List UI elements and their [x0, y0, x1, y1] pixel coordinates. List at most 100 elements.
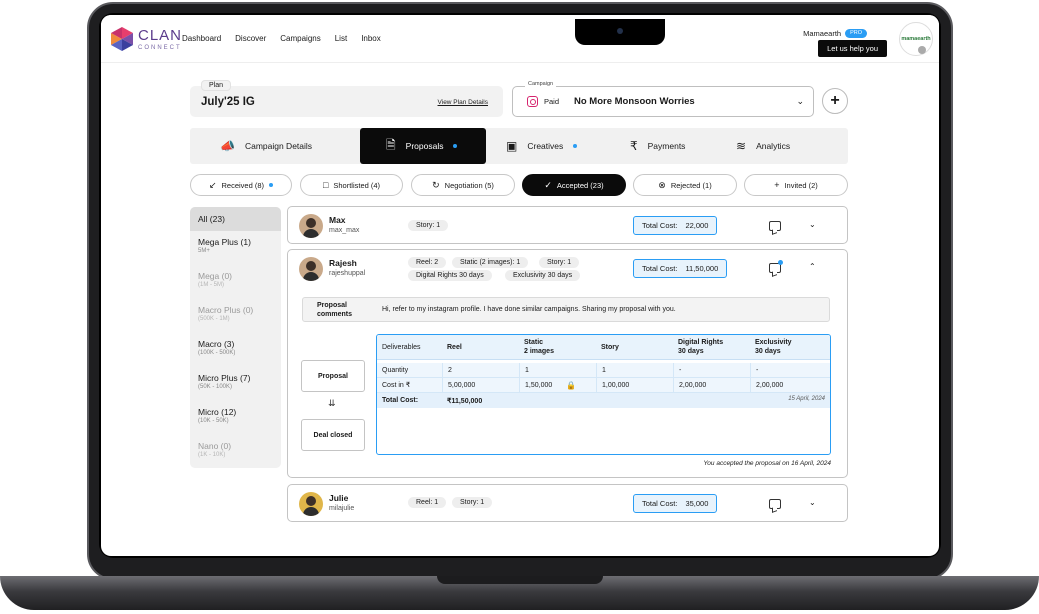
message-icon[interactable]: [769, 499, 781, 509]
help-button[interactable]: Let us help you: [818, 40, 887, 57]
table-cell: 1: [596, 363, 673, 377]
table-cell-value: 1,50,000: [525, 381, 553, 389]
creator-avatar: [299, 492, 323, 516]
proposal-date: 15 April, 2024: [788, 396, 825, 402]
plan-name: July'25 IG: [201, 96, 255, 108]
nav-list[interactable]: List: [335, 34, 347, 43]
sidebar-item-label: Mega (0): [198, 271, 233, 281]
table-cell: Quantity: [382, 366, 409, 374]
sidebar-item-range: (50K - 100K): [198, 384, 233, 390]
nav-campaigns[interactable]: Campaigns: [280, 34, 320, 43]
rupee-icon: ₹: [630, 139, 638, 153]
instagram-icon: [527, 96, 538, 107]
deliverable-chip: Story: 1: [452, 497, 493, 508]
deliverable-chip: Reel: 1: [408, 497, 447, 508]
table-header-cell: Deliverables: [382, 343, 421, 351]
table-header-cell: Exclusivity 30 days: [755, 339, 792, 355]
deal-closed-button[interactable]: Deal closed: [301, 419, 365, 451]
bookmark-icon: □: [322, 180, 329, 190]
brand-avatar[interactable]: mamaearth: [899, 22, 933, 56]
campaign-dropdown[interactable]: Campaign Paid No More Monsoon Worries ⌄: [512, 81, 814, 117]
table-header-cell: Digital Rights 30 days: [678, 339, 724, 355]
tier-filter-sidebar: All (23) Mega Plus (1) 5M+ Mega (0) (1M - …: [190, 207, 281, 468]
table-header-cell: Static 2 images: [524, 339, 554, 355]
chevron-down-icon[interactable]: ⌄: [809, 498, 816, 507]
nav-dashboard[interactable]: Dashboard: [182, 34, 221, 43]
app-screen: CLAN CONNECT Dashboard Discover Campaign…: [101, 15, 939, 556]
table-cell: 1: [519, 363, 596, 377]
chevron-up-icon[interactable]: ⌃: [809, 262, 816, 271]
chart-icon: ≋: [736, 139, 747, 153]
chevron-down-icon: ⌄: [796, 96, 804, 106]
sidebar-item-range: (1K - 10K): [198, 452, 226, 458]
table-cell: -: [750, 363, 830, 377]
tab-proposals[interactable]: 🗎 Proposals: [360, 128, 486, 164]
brand-avatar-text: mamaearth: [901, 36, 931, 42]
chevron-down-icon[interactable]: ⌄: [809, 220, 816, 229]
settings-badge-icon[interactable]: [918, 46, 926, 54]
x-circle-icon: ⊗: [658, 179, 666, 190]
main-nav: Dashboard Discover Campaigns List Inbox: [182, 34, 381, 43]
pro-badge: PRO: [845, 29, 867, 38]
subtab-received[interactable]: ↙ Received (8): [190, 174, 292, 196]
sidebar-item-macro[interactable]: Macro (3) (100K - 500K): [190, 339, 281, 356]
view-plan-details-link[interactable]: View Plan Details: [438, 99, 488, 106]
sidebar-item-macro-plus[interactable]: Macro Plus (0) (500K - 1M): [190, 305, 281, 322]
accepted-note: You accepted the proposal on 16 April, 2…: [703, 460, 831, 467]
subtab-accepted[interactable]: ✓ Accepted (23): [522, 174, 626, 196]
top-navbar: CLAN CONNECT Dashboard Discover Campaign…: [101, 15, 939, 63]
logo-text-clan: CLAN: [138, 26, 183, 44]
sidebar-item-mega-plus[interactable]: Mega Plus (1) 5M+: [190, 237, 281, 254]
tab-analytics[interactable]: ≋ Analytics: [736, 128, 790, 164]
tab-creatives[interactable]: ▣ Creatives: [506, 128, 578, 164]
sidebar-item-nano[interactable]: Nano (0) (1K - 10K): [190, 441, 281, 458]
subtab-shortlisted[interactable]: □ Shortlisted (4): [300, 174, 403, 196]
creator-handle: rajeshuppal: [329, 270, 366, 277]
total-cost-badge: Total Cost: 11,50,000: [633, 259, 728, 278]
sidebar-item-mega[interactable]: Mega (0) (1M - 5M): [190, 271, 281, 288]
table-cell: 2,00,000: [750, 378, 830, 392]
tab-campaign-details[interactable]: 📣 Campaign Details: [220, 128, 312, 164]
add-campaign-button[interactable]: +: [822, 88, 848, 114]
creator-card-max[interactable]: Max max_max Story: 1 Total Cost: 22,000 …: [287, 206, 848, 244]
laptop-base: [0, 576, 1039, 610]
unread-dot: [778, 260, 783, 265]
total-cost-label: Total Cost:: [642, 499, 678, 508]
camera-icon: [617, 28, 623, 34]
creator-handle: max_max: [329, 227, 360, 234]
deliverable-chip: Digital Rights 30 days: [408, 270, 492, 281]
sidebar-item-micro[interactable]: Micro (12) (10K - 50K): [190, 407, 281, 424]
nav-discover[interactable]: Discover: [235, 34, 266, 43]
sidebar-item-all[interactable]: All (23): [190, 207, 281, 231]
proposal-comment-text: Hi, refer to my instagram profile. I hav…: [382, 306, 676, 313]
table-cell: 2,00,000: [673, 378, 750, 392]
proposal-stage-button[interactable]: Proposal: [301, 360, 365, 392]
clan-connect-logo[interactable]: CLAN CONNECT: [110, 26, 182, 52]
camera-notch: [575, 19, 665, 45]
subtab-label: Accepted (23): [556, 180, 604, 190]
table-cell: 1,00,000: [596, 378, 673, 392]
subtab-label: Invited (2): [784, 180, 818, 190]
brand-name: Mamaearth: [803, 29, 842, 38]
nav-inbox[interactable]: Inbox: [361, 34, 381, 43]
tab-label: Creatives: [527, 141, 564, 151]
subtab-rejected[interactable]: ⊗ Rejected (1): [633, 174, 737, 196]
table-cell: 5,00,000: [442, 378, 519, 392]
subtab-negotiation[interactable]: ↻ Negotiation (5): [411, 174, 515, 196]
creator-card-julie[interactable]: Julie milajulie Reel: 1 Story: 1 Total C…: [287, 484, 848, 522]
arrow-down-left-icon: ↙: [208, 179, 217, 190]
plan-selector: Plan July'25 IG View Plan Details: [190, 80, 503, 117]
check-circle-icon: ✓: [544, 179, 552, 190]
main-tabs: 📣 Campaign Details 🗎 Proposals ▣ Creativ…: [190, 128, 848, 164]
subtab-invited[interactable]: + Invited (2): [744, 174, 848, 196]
tab-payments[interactable]: ₹ Payments: [630, 128, 685, 164]
creator-avatar: [299, 214, 323, 238]
table-row: Quantity 2 1 1 - -: [377, 363, 830, 378]
table-total-row: Total Cost: ₹11,50,000 15 April, 2024: [377, 393, 830, 408]
message-icon[interactable]: [769, 221, 781, 231]
sidebar-item-micro-plus[interactable]: Micro Plus (7) (50K - 100K): [190, 373, 281, 390]
sidebar-item-range: 5M+: [198, 248, 210, 254]
total-cost-value: 22,000: [685, 221, 709, 230]
image-icon: ▣: [506, 139, 518, 153]
notification-dot: [269, 183, 274, 187]
